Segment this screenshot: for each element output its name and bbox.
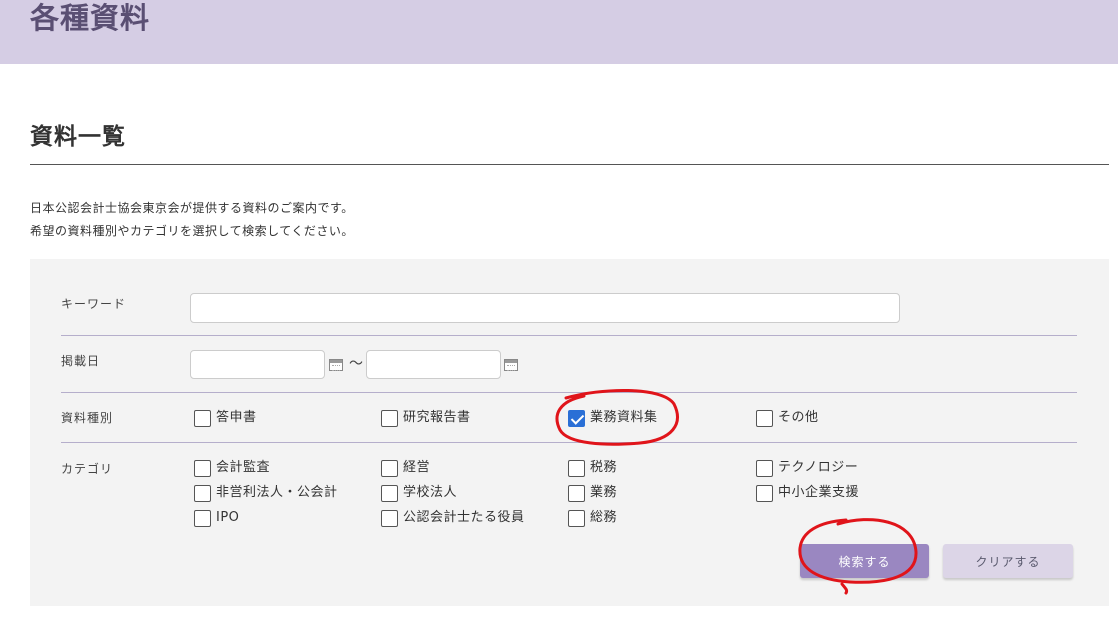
checkbox-box[interactable]: [194, 409, 211, 427]
search-button[interactable]: 検索する: [800, 544, 929, 578]
type-label: 資料種別: [61, 411, 114, 425]
category-checkbox-chusho[interactable]: 中小企業支援: [756, 484, 859, 502]
category-checkbox-yakuin[interactable]: 公認会計士たる役員: [381, 509, 525, 527]
page-title: 各種資料: [30, 1, 151, 35]
category-checkbox-keiei[interactable]: 経営: [381, 459, 430, 477]
checkbox-label: 総務: [590, 510, 618, 525]
intro-text-line2: 希望の資料種別やカテゴリを選択して検索してください。: [30, 224, 354, 238]
checkbox-box[interactable]: [381, 459, 398, 477]
checkbox-box[interactable]: [568, 509, 585, 527]
checkbox-box[interactable]: [381, 509, 398, 527]
category-checkbox-gakko-hojin[interactable]: 学校法人: [381, 484, 457, 502]
date-label: 掲載日: [61, 354, 101, 368]
category-checkbox-somu[interactable]: 総務: [568, 509, 617, 527]
clear-button[interactable]: クリアする: [943, 544, 1073, 578]
checkbox-label: 中小企業支援: [778, 485, 860, 500]
category-label: カテゴリ: [61, 462, 114, 476]
type-checkbox-kenkyu[interactable]: 研究報告書: [381, 409, 471, 427]
checkbox-box[interactable]: [194, 509, 211, 527]
calendar-icon[interactable]: [504, 359, 518, 371]
type-checkbox-sonota[interactable]: その他: [756, 409, 819, 427]
category-checkbox-technology[interactable]: テクノロジー: [756, 459, 858, 477]
checkbox-box[interactable]: [756, 459, 773, 477]
checkbox-label: 会計監査: [216, 460, 271, 475]
checkbox-label: 答申書: [216, 410, 257, 425]
calendar-icon[interactable]: [329, 359, 343, 371]
keyword-input[interactable]: [190, 293, 900, 323]
category-checkbox-ipo[interactable]: IPO: [194, 509, 239, 527]
search-panel: キーワード 掲載日 〜 資料種別 答申書 研究報告書 業務資料集 その他 カテゴ…: [30, 259, 1109, 606]
checkbox-label: IPO: [216, 510, 240, 525]
checkbox-label: 学校法人: [403, 485, 458, 500]
row-divider: [61, 335, 1077, 336]
checkbox-label: 経営: [403, 460, 431, 475]
category-checkbox-hieiri[interactable]: 非営利法人・公会計: [194, 484, 338, 502]
date-from-input[interactable]: [190, 350, 325, 379]
checkbox-label: 税務: [590, 460, 618, 475]
checkbox-label: 研究報告書: [403, 410, 471, 425]
keyword-label: キーワード: [61, 297, 127, 311]
checkbox-box[interactable]: [381, 484, 398, 502]
category-checkbox-gyomu[interactable]: 業務: [568, 484, 617, 502]
checkbox-box[interactable]: [568, 484, 585, 502]
row-divider: [61, 442, 1077, 443]
date-separator: 〜: [349, 356, 363, 372]
checkbox-label: 業務: [590, 485, 618, 500]
checkbox-label: テクノロジー: [778, 460, 859, 475]
row-divider: [61, 392, 1077, 393]
checkbox-label: 非営利法人・公会計: [216, 485, 338, 500]
checkbox-box[interactable]: [194, 484, 211, 502]
checkbox-box-checked[interactable]: [568, 409, 585, 427]
type-checkbox-gyomu-shiryoshu[interactable]: 業務資料集: [568, 409, 658, 427]
checkbox-box[interactable]: [756, 409, 773, 427]
section-title: 資料一覧: [30, 124, 126, 150]
category-checkbox-kaikei-kansa[interactable]: 会計監査: [194, 459, 270, 477]
checkbox-box[interactable]: [756, 484, 773, 502]
checkbox-box[interactable]: [568, 459, 585, 477]
checkbox-label: 業務資料集: [590, 410, 658, 425]
category-checkbox-zeimu[interactable]: 税務: [568, 459, 617, 477]
page-header: 各種資料: [0, 0, 1118, 64]
checkbox-label: その他: [778, 410, 819, 425]
section-divider: [30, 164, 1109, 165]
checkbox-box[interactable]: [194, 459, 211, 477]
checkbox-box[interactable]: [381, 409, 398, 427]
checkbox-label: 公認会計士たる役員: [403, 510, 525, 525]
type-checkbox-toushinsho[interactable]: 答申書: [194, 409, 257, 427]
intro-text-line1: 日本公認会計士協会東京会が提供する資料のご案内です。: [30, 201, 354, 215]
date-to-input[interactable]: [366, 350, 501, 379]
